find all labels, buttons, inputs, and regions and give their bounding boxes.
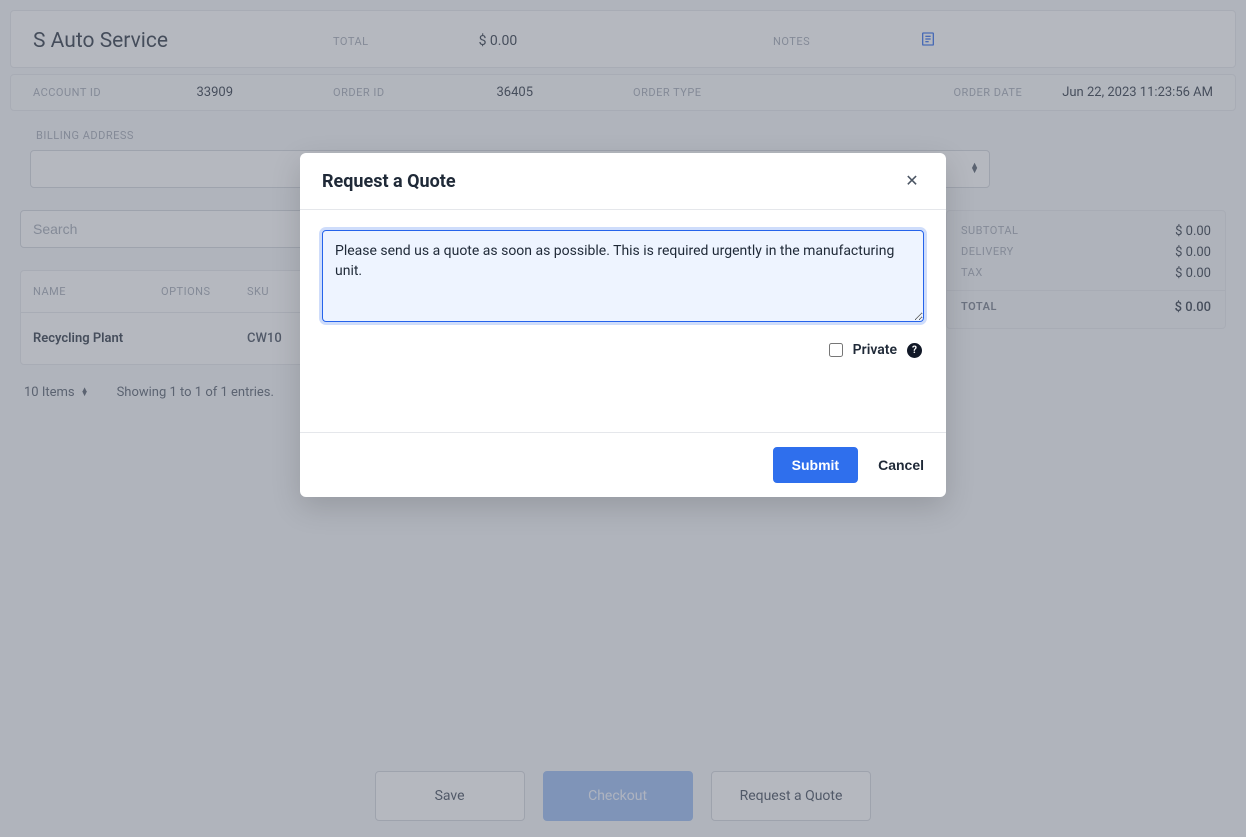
private-label: Private [853, 342, 897, 358]
modal-footer: Submit Cancel [300, 432, 946, 497]
help-icon[interactable]: ? [907, 343, 922, 358]
request-quote-modal: Request a Quote ✕ Private ? Submit Cance… [300, 153, 946, 497]
cancel-button[interactable]: Cancel [878, 457, 924, 473]
modal-overlay[interactable]: Request a Quote ✕ Private ? Submit Cance… [0, 0, 1246, 837]
modal-title: Request a Quote [322, 171, 456, 192]
private-checkbox[interactable] [829, 343, 843, 357]
modal-body: Private ? [300, 210, 946, 372]
modal-close-button[interactable]: ✕ [900, 169, 924, 193]
quote-message-textarea[interactable] [322, 230, 924, 322]
modal-header: Request a Quote ✕ [300, 153, 946, 210]
submit-button[interactable]: Submit [773, 447, 858, 483]
close-icon: ✕ [905, 173, 918, 190]
private-row: Private ? [322, 326, 924, 362]
